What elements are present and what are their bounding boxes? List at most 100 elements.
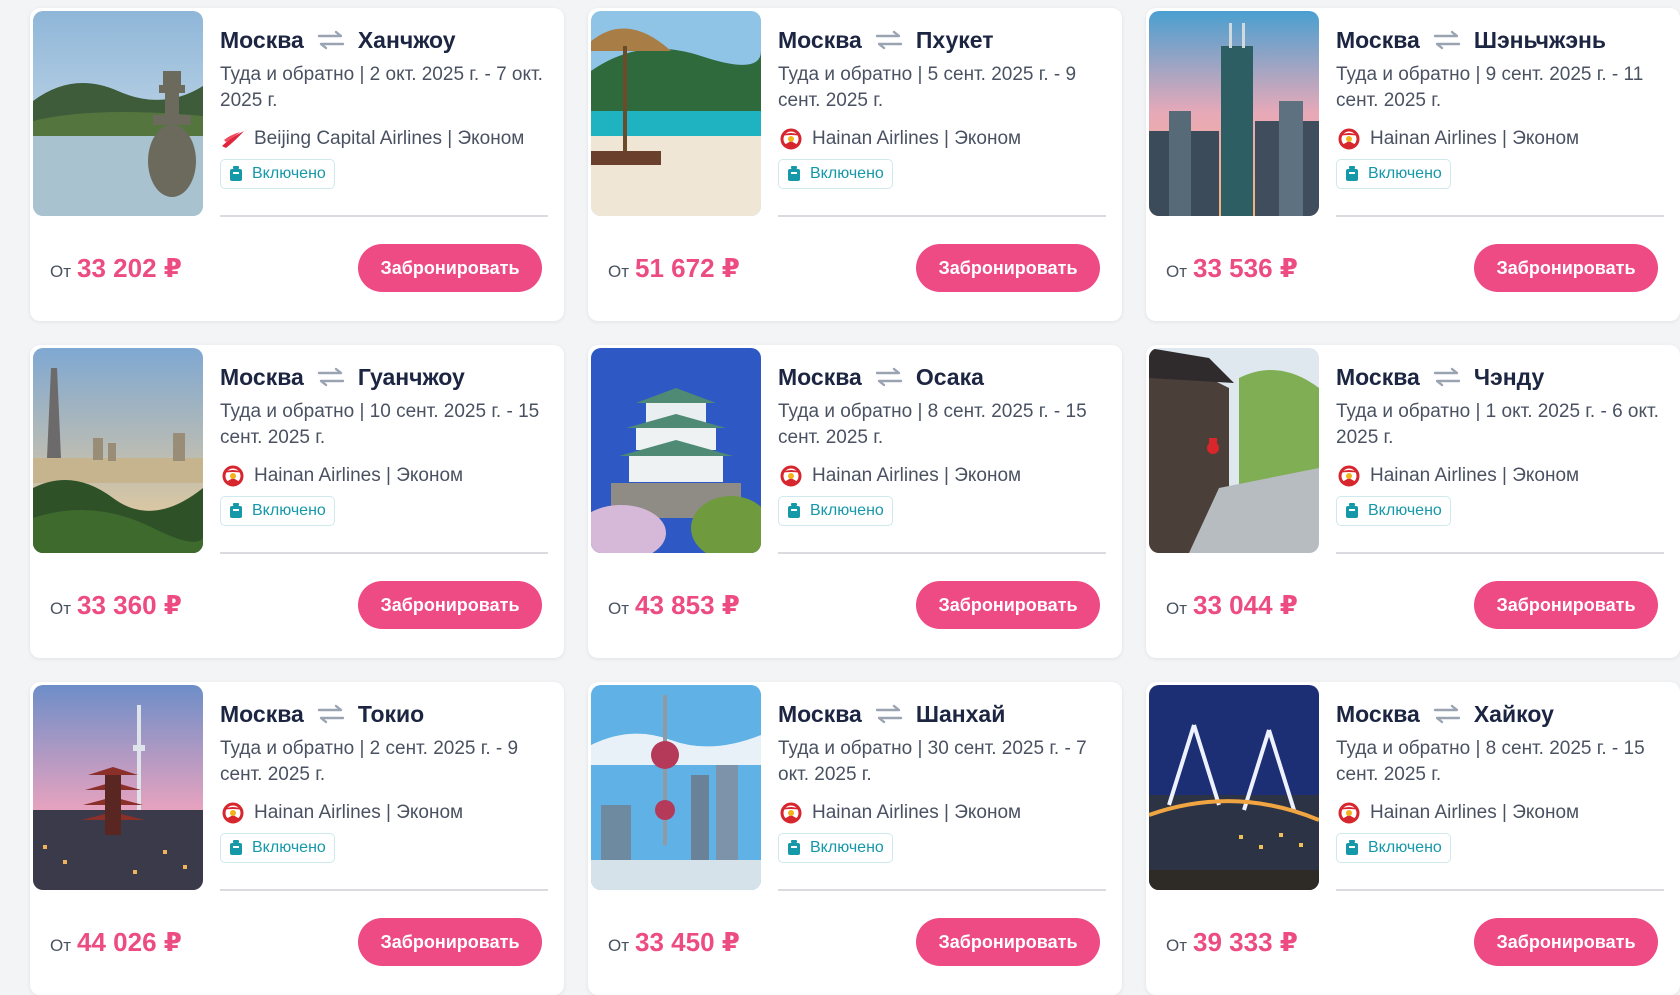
destination-photo[interactable]	[591, 11, 761, 216]
offer-info: Москва Гуанчжоу Туда и обратно | 10 сент…	[220, 359, 548, 526]
destination-photo[interactable]	[1149, 685, 1319, 890]
book-button[interactable]: Забронировать	[358, 918, 542, 966]
round-trip-arrows-icon	[1433, 30, 1461, 50]
hainan-airlines-logo-icon	[778, 802, 804, 824]
route-title[interactable]: Москва Токио	[220, 696, 548, 732]
hainan-airlines-logo-icon	[778, 128, 804, 150]
price-from-label: От	[1166, 936, 1188, 955]
baggage-included-badge: Включено	[220, 496, 335, 526]
book-button[interactable]: Забронировать	[1474, 918, 1658, 966]
trip-dates: Туда и обратно | 1 окт. 2025 г. - 6 окт.…	[1336, 401, 1659, 448]
divider	[778, 889, 1106, 891]
airline-info: Hainan Airlines | Эконом	[220, 800, 548, 826]
trip-dates: Туда и обратно | 9 сент. 2025 г. - 11 се…	[1336, 64, 1644, 111]
baggage-label: Включено	[252, 165, 326, 182]
offer-card[interactable]: Москва Чэнду Туда и обратно | 1 окт. 202…	[1146, 345, 1680, 658]
airline-info: Beijing Capital Airlines | Эконом	[220, 126, 548, 152]
destination-photo[interactable]	[33, 348, 203, 553]
luggage-icon	[787, 166, 801, 182]
route-title[interactable]: Москва Хайкоу	[1336, 696, 1664, 732]
book-button[interactable]: Забронировать	[358, 581, 542, 629]
round-trip-arrows-icon	[875, 30, 903, 50]
luggage-icon	[229, 503, 243, 519]
airline-info: Hainan Airlines | Эконом	[1336, 800, 1664, 826]
book-button[interactable]: Забронировать	[1474, 581, 1658, 629]
airline-name: Hainan Airlines | Эконом	[812, 802, 1022, 823]
baggage-label: Включено	[810, 839, 884, 856]
baggage-label: Включено	[252, 502, 326, 519]
divider	[220, 552, 548, 554]
origin-city: Москва	[1336, 26, 1420, 53]
baggage-label: Включено	[1368, 165, 1442, 182]
price-block: От 33 044 ₽	[1166, 590, 1298, 621]
destination-photo[interactable]	[33, 685, 203, 890]
hainan-airlines-logo-icon	[778, 465, 804, 487]
destination-photo[interactable]	[1149, 11, 1319, 216]
book-button[interactable]: Забронировать	[916, 918, 1100, 966]
luggage-icon	[1345, 166, 1359, 182]
divider	[778, 552, 1106, 554]
price-from-label: От	[1166, 599, 1188, 618]
origin-city: Москва	[220, 26, 304, 53]
divider	[220, 889, 548, 891]
baggage-label: Включено	[1368, 502, 1442, 519]
divider	[1336, 889, 1664, 891]
book-button[interactable]: Забронировать	[358, 244, 542, 292]
destination-city: Токио	[357, 700, 425, 727]
route-title[interactable]: Москва Шанхай	[778, 696, 1106, 732]
book-button[interactable]: Забронировать	[916, 244, 1100, 292]
airline-info: Hainan Airlines | Эконом	[1336, 126, 1664, 152]
airline-name: Hainan Airlines | Эконом	[812, 465, 1022, 486]
price-amount: 33 536 ₽	[1193, 253, 1298, 283]
offer-card[interactable]: Москва Токио Туда и обратно | 2 сент. 20…	[30, 682, 564, 995]
offer-info: Москва Шанхай Туда и обратно | 30 сент. …	[778, 696, 1106, 863]
offer-info: Москва Шэньчжэнь Туда и обратно | 9 сент…	[1336, 22, 1664, 189]
airline-name: Hainan Airlines | Эконом	[1370, 802, 1580, 823]
route-title[interactable]: Москва Чэнду	[1336, 359, 1664, 395]
airline-info: Hainan Airlines | Эконом	[220, 463, 548, 489]
route-title[interactable]: Москва Шэньчжэнь	[1336, 22, 1664, 58]
offer-card[interactable]: Москва Осака Туда и обратно | 8 сент. 20…	[588, 345, 1122, 658]
destination-photo[interactable]	[1149, 348, 1319, 553]
destination-photo[interactable]	[591, 348, 761, 553]
origin-city: Москва	[778, 700, 862, 727]
route-title[interactable]: Москва Пхукет	[778, 22, 1106, 58]
hainan-airlines-logo-icon	[220, 802, 246, 824]
round-trip-arrows-icon	[1433, 367, 1461, 387]
price-amount: 43 853 ₽	[635, 590, 740, 620]
destination-city: Гуанчжоу	[357, 363, 465, 390]
offer-card[interactable]: Москва Шанхай Туда и обратно | 30 сент. …	[588, 682, 1122, 995]
origin-city: Москва	[778, 26, 862, 53]
price-from-label: От	[1166, 262, 1188, 281]
offer-card[interactable]: Москва Ханчжоу Туда и обратно | 2 окт. 2…	[30, 8, 564, 321]
offer-card[interactable]: Москва Шэньчжэнь Туда и обратно | 9 сент…	[1146, 8, 1680, 321]
origin-city: Москва	[220, 700, 304, 727]
destination-city: Хайкоу	[1473, 700, 1554, 727]
offer-info: Москва Чэнду Туда и обратно | 1 окт. 202…	[1336, 359, 1664, 526]
baggage-included-badge: Включено	[220, 833, 335, 863]
destination-city: Осака	[915, 363, 984, 390]
offer-card[interactable]: Москва Пхукет Туда и обратно | 5 сент. 2…	[588, 8, 1122, 321]
divider	[1336, 215, 1664, 217]
trip-dates: Туда и обратно | 8 сент. 2025 г. - 15 се…	[1336, 738, 1645, 785]
trip-dates: Туда и обратно | 10 сент. 2025 г. - 15 с…	[220, 401, 540, 448]
book-button[interactable]: Забронировать	[916, 581, 1100, 629]
round-trip-arrows-icon	[875, 704, 903, 724]
destination-photo[interactable]	[33, 11, 203, 216]
baggage-included-badge: Включено	[1336, 833, 1451, 863]
offer-card[interactable]: Москва Гуанчжоу Туда и обратно | 10 сент…	[30, 345, 564, 658]
airline-name: Hainan Airlines | Эконом	[1370, 465, 1580, 486]
price-amount: 39 333 ₽	[1193, 927, 1298, 957]
luggage-icon	[229, 166, 243, 182]
route-title[interactable]: Москва Ханчжоу	[220, 22, 548, 58]
book-button[interactable]: Забронировать	[1474, 244, 1658, 292]
baggage-included-badge: Включено	[778, 159, 893, 189]
trip-dates: Туда и обратно | 5 сент. 2025 г. - 9 сен…	[778, 64, 1077, 111]
destination-photo[interactable]	[591, 685, 761, 890]
route-title[interactable]: Москва Гуанчжоу	[220, 359, 548, 395]
luggage-icon	[1345, 503, 1359, 519]
route-title[interactable]: Москва Осака	[778, 359, 1106, 395]
price-block: От 51 672 ₽	[608, 253, 740, 284]
offer-card[interactable]: Москва Хайкоу Туда и обратно | 8 сент. 2…	[1146, 682, 1680, 995]
luggage-icon	[787, 840, 801, 856]
